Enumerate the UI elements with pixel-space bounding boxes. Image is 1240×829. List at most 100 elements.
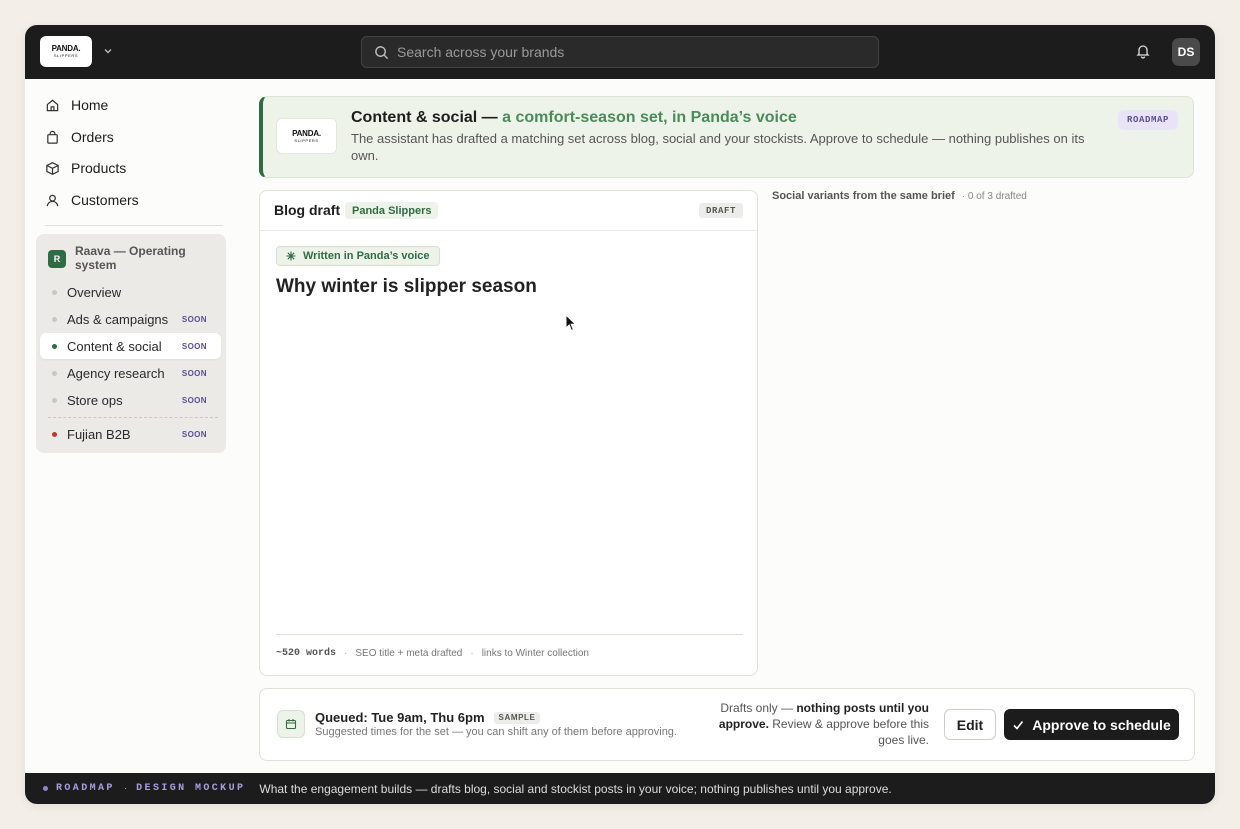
user-icon (46, 194, 59, 206)
roadmap-tag: ROADMAP (56, 783, 115, 794)
raava-title: Raava — Operating system (75, 244, 186, 272)
calendar-icon (285, 719, 297, 730)
banner-title-lead: Content & social — (351, 109, 498, 126)
nav-label: Orders (71, 129, 114, 145)
soon-badge: SOON (181, 341, 207, 351)
roadmap-badge: ROADMAP (1117, 110, 1178, 130)
queue-subtitle: Suggested times for the set — you can sh… (315, 726, 677, 738)
meta-separator: · (470, 648, 474, 659)
sample-badge: SAMPLE (493, 711, 541, 724)
voice-tag: Written in Panda’s voice (276, 246, 440, 266)
nav-item-home[interactable]: Home (45, 92, 108, 118)
edit-button[interactable]: Edit (944, 709, 996, 740)
design-mockup-tag: DESIGN MOCKUP (136, 783, 246, 794)
approval-note-tail: Review & approve before this goes live. (772, 717, 929, 747)
voice-tag-label: Written in Panda’s voice (303, 250, 430, 262)
search-icon (375, 45, 389, 59)
logo-subtitle: SLIPPERS (53, 53, 79, 58)
soon-badge: SOON (181, 368, 207, 378)
social-variants-title: Social variants from the same brief (772, 190, 955, 202)
social-variants-count: · 0 of 3 drafted (961, 190, 1027, 202)
sidebar-item-content-social[interactable]: Content & social SOON (40, 333, 221, 359)
user-avatar[interactable]: DS (1172, 38, 1200, 66)
sparkle-icon (286, 251, 296, 261)
search-input[interactable] (397, 44, 837, 60)
chevron-down-icon[interactable] (101, 44, 115, 58)
nav-label: Home (71, 97, 109, 113)
status-dot (52, 370, 57, 376)
blog-draft-card: Blog draft Panda Slippers DRAFT Written … (259, 190, 758, 676)
bell-icon[interactable] (1135, 43, 1151, 59)
logo-wordmark: PANDA. (292, 128, 321, 138)
tag-separator: · (123, 783, 128, 794)
raava-badge: R (48, 250, 66, 268)
banner-description: The assistant has drafted a matching set… (351, 131, 1085, 163)
approval-note-lead: Drafts only — (720, 701, 793, 715)
shopping-bag-icon (47, 130, 58, 144)
banner-title-accent: a comfort-season set, in Panda’s voice (502, 109, 797, 126)
blog-card-header: Blog draft Panda Slippers DRAFT (260, 191, 757, 231)
word-count: ~520 words (276, 648, 337, 659)
draft-status-badge: DRAFT (698, 203, 743, 218)
top-bar: PANDA. SLIPPERS DS (25, 25, 1215, 79)
links-info: links to Winter collection (481, 648, 589, 659)
sidebar-item-fujian-b2b[interactable]: Fujian B2B SOON (40, 421, 221, 447)
logo-subtitle: SLIPPERS (294, 137, 319, 143)
nav-item-orders[interactable]: Orders (45, 124, 114, 150)
social-variants-header: Social variants from the same brief · 0 … (772, 190, 1027, 202)
roadmap-footer-strip: ROADMAP · DESIGN MOCKUP What the engagem… (25, 773, 1215, 804)
mouse-cursor-icon (565, 314, 577, 332)
sidebar-item-store-ops[interactable]: Store ops SOON (40, 387, 221, 413)
sidebar-item-label: Fujian B2B (67, 426, 131, 442)
banner-title: Content & social — a comfort-season set,… (351, 109, 797, 127)
status-dot (52, 431, 57, 437)
raava-section: R Raava — Operating system Overview Ads … (36, 234, 226, 453)
sidebar-item-label: Content & social (67, 338, 162, 354)
schedule-bar: Queued: Tue 9am, Thu 6pm SAMPLE Suggeste… (259, 688, 1195, 761)
brand-switcher-logo[interactable]: PANDA. SLIPPERS (40, 36, 92, 67)
logo-wordmark: PANDA. (51, 44, 81, 53)
status-dot (52, 397, 57, 403)
nav-item-products[interactable]: Products (45, 155, 126, 181)
soon-badge: SOON (181, 395, 207, 405)
section-divider (48, 417, 218, 418)
queue-title: Queued: Tue 9am, Thu 6pm SAMPLE (315, 710, 541, 725)
queue-times: Queued: Tue 9am, Thu 6pm (315, 710, 485, 725)
sidebar-item-agency-research[interactable]: Agency research SOON (40, 360, 221, 386)
content-social-banner: PANDA. SLIPPERS Content & social — a com… (259, 96, 1194, 178)
app-window: PANDA. SLIPPERS DS Home Orders Products … (25, 25, 1215, 804)
status-dot (52, 343, 57, 349)
status-dot (52, 316, 57, 322)
seo-status: SEO title + meta drafted (355, 648, 463, 659)
nav-label: Customers (71, 192, 139, 208)
soon-badge: SOON (181, 429, 207, 439)
sidebar-item-label: Ads & campaigns (67, 311, 169, 327)
brand-logo: PANDA. SLIPPERS (276, 118, 337, 154)
blog-meta: ~520 words · SEO title + meta drafted · … (276, 634, 743, 659)
calendar-icon-box (277, 710, 305, 738)
home-icon (46, 99, 59, 111)
status-dot (43, 786, 48, 791)
post-title: Why winter is slipper season (276, 276, 537, 297)
blog-card-title: Blog draft (274, 202, 341, 218)
brand-tag: Panda Slippers (345, 202, 439, 219)
approve-label: Approve to schedule (1032, 716, 1171, 733)
sidebar-divider (45, 225, 223, 226)
check-icon (1013, 720, 1024, 730)
nav-item-customers[interactable]: Customers (45, 187, 139, 213)
search-bar[interactable] (361, 36, 879, 68)
meta-separator: · (344, 648, 348, 659)
nav-label: Products (71, 160, 127, 176)
raava-header: R Raava — Operating system (48, 244, 205, 272)
box-icon (46, 161, 59, 175)
soon-badge: SOON (181, 314, 207, 324)
sidebar-item-label: Overview (67, 284, 122, 300)
status-dot (52, 289, 57, 295)
footer-message: What the engagement builds — drafts blog… (259, 781, 892, 796)
sidebar-item-label: Store ops (67, 392, 123, 408)
approval-note: Drafts only — nothing posts until you ap… (715, 700, 929, 748)
sidebar-item-label: Agency research (67, 365, 165, 381)
sidebar-item-ads-campaigns[interactable]: Ads & campaigns SOON (40, 306, 221, 332)
sidebar-item-overview[interactable]: Overview (40, 279, 221, 305)
approve-to-schedule-button[interactable]: Approve to schedule (1004, 709, 1179, 740)
